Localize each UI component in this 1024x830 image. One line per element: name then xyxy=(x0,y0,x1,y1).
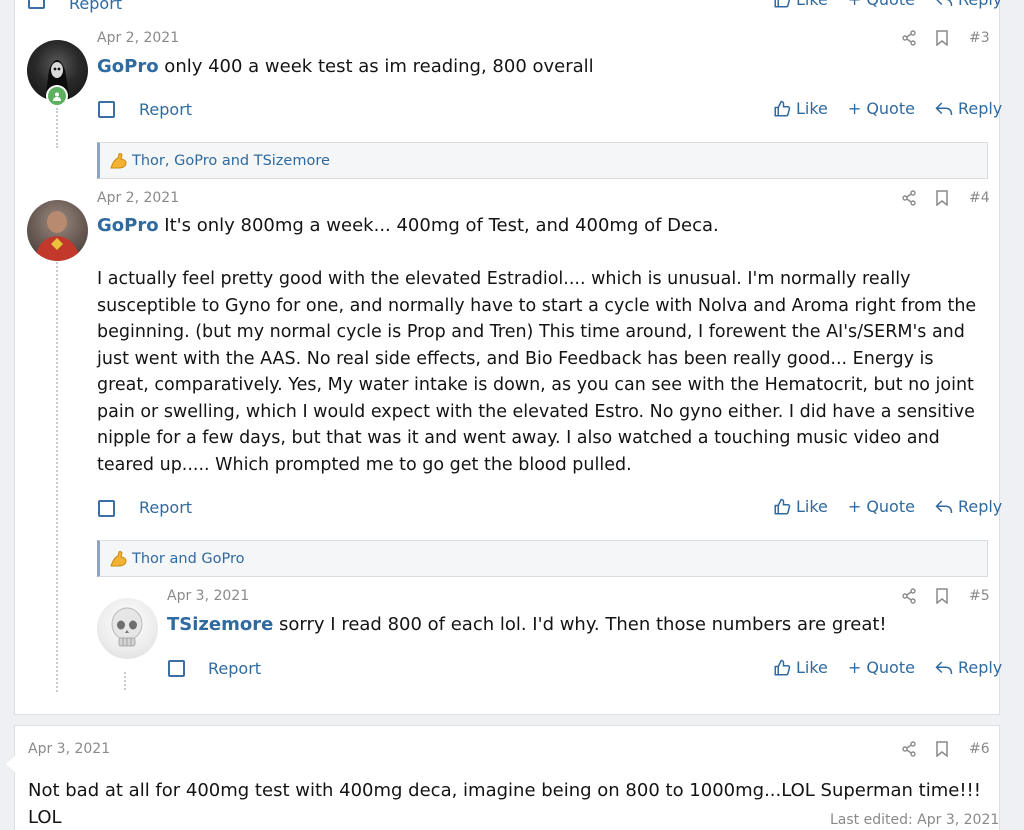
like-label: Like xyxy=(796,497,828,516)
like-label: Like xyxy=(796,99,828,118)
share-icon[interactable] xyxy=(901,741,917,757)
avatar-image xyxy=(111,607,143,647)
message-text: only 400 a week test as im reading, 800 … xyxy=(158,56,594,77)
username-link[interactable]: GoPro xyxy=(97,56,159,77)
flexed-bicep-icon xyxy=(108,151,128,171)
report-checkbox[interactable] xyxy=(168,660,185,677)
thumbs-up-icon xyxy=(773,659,791,677)
share-icon[interactable] xyxy=(901,190,917,206)
flexed-bicep-icon xyxy=(108,549,128,569)
post-actions: Like +Quote Reply xyxy=(773,497,1002,516)
report-link[interactable]: Report xyxy=(139,498,192,517)
like-button[interactable]: Like xyxy=(773,497,828,516)
username-link[interactable]: TSizemore xyxy=(167,614,273,635)
report-checkbox[interactable] xyxy=(98,101,115,118)
reply-icon xyxy=(935,0,953,8)
reply-label: Reply xyxy=(957,99,1003,118)
post-number[interactable]: #3 xyxy=(969,30,990,46)
post-number[interactable]: #4 xyxy=(969,190,990,206)
report-checkbox[interactable] xyxy=(98,500,115,517)
reply-label: Reply xyxy=(957,658,1003,677)
post-actions: Like + Quote Reply xyxy=(773,0,1002,9)
report-link[interactable]: Report xyxy=(69,0,122,13)
post-number[interactable]: #6 xyxy=(969,741,990,757)
reply-icon xyxy=(935,499,953,515)
reply-button[interactable]: Reply xyxy=(935,658,1002,677)
like-button[interactable]: Like xyxy=(773,658,828,677)
quote-button[interactable]: + Quote xyxy=(848,0,915,9)
plus-icon: + xyxy=(848,0,861,9)
reply-button[interactable]: Reply xyxy=(935,99,1002,118)
quote-label: Quote xyxy=(866,99,915,118)
report-checkbox[interactable] xyxy=(28,0,45,9)
thumbs-up-icon xyxy=(773,0,791,9)
post-header-icons: #3 xyxy=(901,30,990,46)
last-edited: Last edited: Apr 3, 2021 xyxy=(830,812,1000,828)
avatar[interactable] xyxy=(27,200,88,261)
reply-icon xyxy=(935,101,953,117)
message-text: sorry I read 800 of each lol. I'd why. T… xyxy=(273,614,887,635)
reactions-users: Thor and GoPro xyxy=(132,550,245,567)
share-icon[interactable] xyxy=(901,588,917,604)
like-button[interactable]: Like xyxy=(773,99,828,118)
reply-button[interactable]: Reply xyxy=(935,0,1002,9)
post-header-icons: #6 xyxy=(901,741,990,757)
thumbs-up-icon xyxy=(773,498,791,516)
share-icon[interactable] xyxy=(901,30,917,46)
bookmark-icon[interactable] xyxy=(935,588,949,604)
quote-label: Quote xyxy=(866,497,915,516)
quote-label: Quote xyxy=(866,0,915,9)
bookmark-icon[interactable] xyxy=(935,30,949,46)
speech-arrow xyxy=(6,756,15,772)
post-actions: Like +Quote Reply xyxy=(773,99,1002,118)
reactions-users: Thor, GoPro and TSizemore xyxy=(132,152,330,169)
plus-icon: + xyxy=(847,497,862,516)
reply-icon xyxy=(935,660,953,676)
thread-line xyxy=(124,672,126,690)
online-status-icon xyxy=(46,85,68,107)
reactions-bar[interactable]: Thor, GoPro and TSizemore xyxy=(97,142,988,179)
quote-button[interactable]: +Quote xyxy=(848,99,915,118)
avatar-image xyxy=(35,211,80,261)
post-date[interactable]: Apr 2, 2021 xyxy=(97,30,179,46)
reactions-bar[interactable]: Thor and GoPro xyxy=(97,540,988,577)
post-message: TSizemore sorry I read 800 of each lol. … xyxy=(167,612,987,639)
report-link[interactable]: Report xyxy=(208,659,261,678)
like-button[interactable]: Like xyxy=(773,0,828,9)
post-date[interactable]: Apr 3, 2021 xyxy=(167,588,249,604)
quote-button[interactable]: +Quote xyxy=(848,497,915,516)
post-actions: Like +Quote Reply xyxy=(773,658,1002,677)
thread-line xyxy=(56,108,58,148)
thread-line xyxy=(56,262,58,692)
quote-button[interactable]: +Quote xyxy=(848,658,915,677)
avatar[interactable] xyxy=(97,598,158,659)
like-label: Like xyxy=(796,0,828,9)
post-header-icons: #4 xyxy=(901,190,990,206)
username-link[interactable]: GoPro xyxy=(97,215,159,236)
post-header-icons: #5 xyxy=(901,588,990,604)
reply-label: Reply xyxy=(958,0,1002,9)
post-date[interactable]: Apr 3, 2021 xyxy=(28,741,110,757)
report-link[interactable]: Report xyxy=(139,100,192,119)
post-message: GoPro It's only 800mg a week... 400mg of… xyxy=(97,213,987,240)
reply-button[interactable]: Reply xyxy=(935,497,1002,516)
bookmark-icon[interactable] xyxy=(935,190,949,206)
plus-icon: + xyxy=(847,99,862,118)
like-label: Like xyxy=(796,658,828,677)
reply-label: Reply xyxy=(957,497,1003,516)
post-date[interactable]: Apr 2, 2021 xyxy=(97,190,179,206)
post-number[interactable]: #5 xyxy=(969,588,990,604)
post-message: GoPro only 400 a week test as im reading… xyxy=(97,54,977,81)
thumbs-up-icon xyxy=(773,100,791,118)
plus-icon: + xyxy=(847,658,862,677)
quote-label: Quote xyxy=(866,658,915,677)
message-paragraph: I actually feel pretty good with the ele… xyxy=(97,269,977,475)
message-text: It's only 800mg a week... 400mg of Test,… xyxy=(158,215,719,236)
bookmark-icon[interactable] xyxy=(935,741,949,757)
